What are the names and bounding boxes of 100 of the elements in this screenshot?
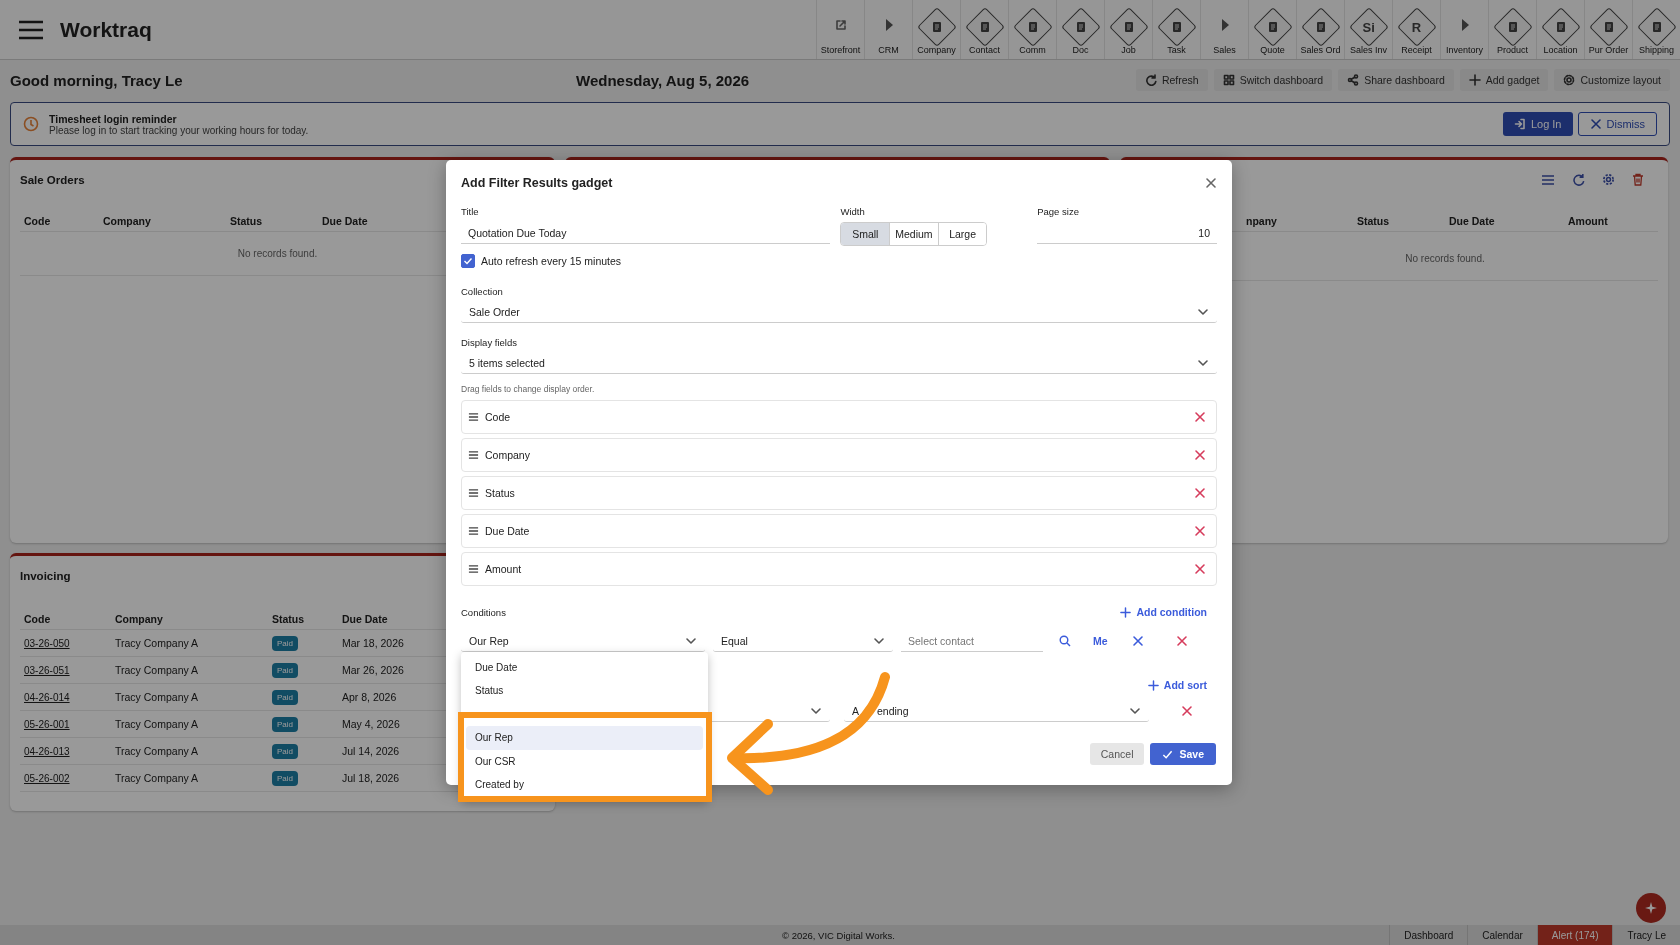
drag-handle-icon (468, 526, 479, 536)
field-name: Code (485, 411, 512, 423)
remove-icon[interactable] (1194, 487, 1206, 499)
table-cell-text: Tracy Company A (114, 637, 200, 649)
toolbar-button[interactable]: Job (1104, 0, 1152, 59)
dropdown-option[interactable]: Our CSR (466, 749, 703, 773)
table-cell-text: Mar 18, 2026 (341, 637, 405, 649)
refresh-icon[interactable] (1572, 173, 1585, 186)
status-badge: Paid (272, 635, 298, 651)
toolbar-button[interactable]: Contact (960, 0, 1008, 59)
user-menu[interactable]: Tracy Le (1612, 925, 1680, 945)
field-item[interactable]: Amount (461, 552, 1217, 586)
invoice-link[interactable]: 03-26-050 (24, 638, 70, 649)
me-button[interactable]: Me (1093, 635, 1108, 647)
column-header: Code (23, 214, 52, 227)
header-button[interactable]: Share dashboard (1338, 69, 1454, 91)
add-sort-link[interactable]: Add sort (1147, 679, 1207, 691)
menu-icon[interactable] (18, 19, 44, 40)
display-fields-select[interactable]: 5 items selected (461, 353, 1217, 374)
trash-icon[interactable] (1632, 173, 1644, 186)
condition-field-select[interactable]: Our Rep (461, 630, 705, 652)
toolbar-button[interactable]: Inventory (1440, 0, 1488, 59)
gadget-title: Invoicing (20, 570, 71, 582)
header-button[interactable]: Add gadget (1459, 69, 1549, 91)
dropdown-option[interactable]: Status (466, 679, 703, 703)
dropdown-option[interactable]: Due Date (466, 655, 703, 679)
toolbar-button[interactable]: Doc (1056, 0, 1104, 59)
search-icon[interactable] (1059, 635, 1071, 647)
invoice-link[interactable]: 04-26-014 (24, 692, 70, 703)
login-icon (1513, 118, 1526, 130)
toolbar-button[interactable]: CRM (864, 0, 912, 59)
toolbar-button[interactable]: Pur Order (1584, 0, 1632, 59)
footer-tab[interactable]: Calendar (1467, 925, 1537, 945)
dropdown-option[interactable]: Our Rep (466, 726, 703, 750)
toolbar-button[interactable]: Sales Ord (1296, 0, 1344, 59)
field-item[interactable]: Status (461, 476, 1217, 510)
remove-icon[interactable] (1194, 449, 1206, 461)
invoice-link[interactable]: 05-26-001 (24, 719, 70, 730)
field-name: Status (485, 487, 516, 499)
plus-icon (1468, 74, 1481, 86)
field-item[interactable]: Company (461, 438, 1217, 472)
menu-icon[interactable] (1541, 173, 1555, 186)
login-button[interactable]: Log In (1502, 112, 1573, 136)
reminder-title: Timesheet login reminder (49, 112, 178, 125)
drag-handle-icon (468, 412, 479, 422)
toolbar-button[interactable]: Quote (1248, 0, 1296, 59)
dismiss-button[interactable]: Dismiss (1577, 112, 1657, 136)
cancel-button[interactable]: Cancel (1089, 743, 1145, 765)
header-button[interactable]: Refresh (1135, 69, 1208, 91)
clear-icon[interactable] (1131, 635, 1144, 647)
field-item[interactable]: Due Date (461, 514, 1217, 548)
toolbar-button[interactable]: Sales (1200, 0, 1248, 59)
invoice-link[interactable]: 05-26-002 (24, 773, 70, 784)
remove-icon[interactable] (1175, 635, 1188, 647)
footer-tab[interactable]: Dashboard (1389, 925, 1468, 945)
external-link-icon (834, 19, 847, 31)
close-icon[interactable] (1205, 177, 1217, 189)
share-icon (1347, 74, 1360, 86)
save-button[interactable]: Save (1150, 743, 1216, 765)
add-condition-link[interactable]: Add condition (1120, 606, 1207, 618)
dropdown-option[interactable]: Created by (466, 773, 703, 797)
field-item[interactable]: Code (461, 400, 1217, 434)
column-header: Code (23, 612, 52, 625)
plus-icon (1120, 606, 1132, 618)
toolbar-button[interactable]: Storefront (816, 0, 864, 59)
width-option[interactable]: Small (841, 223, 890, 245)
width-option[interactable]: Large (937, 223, 987, 245)
toolbar-button[interactable]: Shipping (1632, 0, 1680, 59)
assistant-button[interactable] (1636, 893, 1666, 923)
toolbar-button[interactable]: Task (1152, 0, 1200, 59)
diamond-glyph: Si (1362, 19, 1375, 35)
header-button[interactable]: Switch dashboard (1213, 69, 1333, 91)
checkmark-icon (463, 256, 473, 266)
app-title: Worktraq (60, 17, 152, 42)
toolbar-button[interactable]: Product (1488, 0, 1536, 59)
operator-select[interactable]: Equal (713, 630, 893, 652)
copyright-text: © 2026, VIC Digital Works. (782, 930, 895, 941)
invoice-link[interactable]: 03-26-051 (24, 665, 70, 676)
toolbar-button[interactable]: Location (1536, 0, 1584, 59)
chevron-down-icon (1197, 306, 1209, 318)
checkbox[interactable] (461, 254, 475, 268)
remove-icon[interactable] (1194, 411, 1206, 423)
toolbar-button[interactable]: R Receipt (1392, 0, 1440, 59)
status-badge: Paid (272, 689, 298, 705)
status-badge: Paid (272, 770, 298, 786)
collection-select[interactable]: Sale Order (461, 302, 1217, 323)
caret-right-icon (883, 18, 894, 32)
column-header: Company (102, 214, 152, 227)
settings-icon[interactable] (1602, 173, 1615, 186)
sort-direction-select[interactable]: A ending (844, 700, 1149, 722)
remove-icon[interactable] (1194, 525, 1206, 537)
toolbar-button[interactable]: Si Sales Inv (1344, 0, 1392, 59)
invoice-link[interactable]: 04-26-013 (24, 746, 70, 757)
remove-icon[interactable] (1181, 705, 1193, 717)
toolbar-button[interactable]: Comm (1008, 0, 1056, 59)
table-cell-text: Tracy Company A (114, 745, 200, 757)
header-button[interactable]: Customize layout (1554, 69, 1670, 91)
toolbar-button[interactable]: Company (912, 0, 960, 59)
remove-icon[interactable] (1194, 563, 1206, 575)
gadget-title: Sale Orders (20, 174, 85, 186)
